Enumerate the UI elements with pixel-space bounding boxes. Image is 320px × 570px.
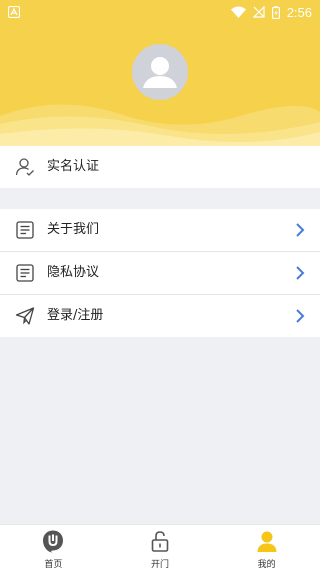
tab-open-door[interactable]: 开门 bbox=[107, 525, 214, 570]
login-row[interactable]: 登录/注册 bbox=[0, 295, 320, 337]
a-icon bbox=[8, 6, 20, 18]
login-label: 登录/注册 bbox=[47, 308, 104, 323]
unlock-icon bbox=[151, 531, 169, 552]
no-signal-icon bbox=[252, 6, 265, 18]
verify-row[interactable]: 实名认证 bbox=[0, 146, 320, 188]
user-avatar-icon bbox=[143, 57, 177, 88]
home-u-icon bbox=[43, 530, 64, 553]
wifi-icon bbox=[230, 6, 246, 18]
profile-header bbox=[0, 24, 320, 146]
profile-icon bbox=[257, 531, 277, 552]
bottom-tab-bar: 首页 开门 我的 bbox=[0, 524, 320, 570]
about-label: 关于我们 bbox=[47, 222, 100, 237]
tab-open-door-label: 开门 bbox=[151, 560, 170, 570]
status-time: 2:56 bbox=[286, 4, 312, 20]
battery-charging-icon bbox=[271, 5, 280, 19]
user-verify-icon bbox=[15, 158, 34, 176]
privacy-row[interactable]: 隐私协议 bbox=[0, 252, 320, 294]
paper-plane-icon bbox=[15, 307, 35, 325]
tab-mine-label: 我的 bbox=[257, 560, 276, 570]
chevron-right-icon bbox=[296, 223, 305, 237]
avatar[interactable] bbox=[132, 44, 188, 100]
chevron-right-icon bbox=[296, 266, 305, 280]
privacy-label: 隐私协议 bbox=[47, 265, 100, 280]
document-icon bbox=[16, 221, 34, 239]
tab-home[interactable]: 首页 bbox=[0, 525, 107, 570]
tab-home-label: 首页 bbox=[44, 560, 63, 570]
verify-label: 实名认证 bbox=[47, 159, 100, 174]
status-bar: 2:56 bbox=[0, 0, 320, 24]
about-row[interactable]: 关于我们 bbox=[0, 209, 320, 251]
document-icon bbox=[16, 264, 34, 282]
tab-mine[interactable]: 我的 bbox=[213, 525, 320, 570]
chevron-right-icon bbox=[296, 309, 305, 323]
